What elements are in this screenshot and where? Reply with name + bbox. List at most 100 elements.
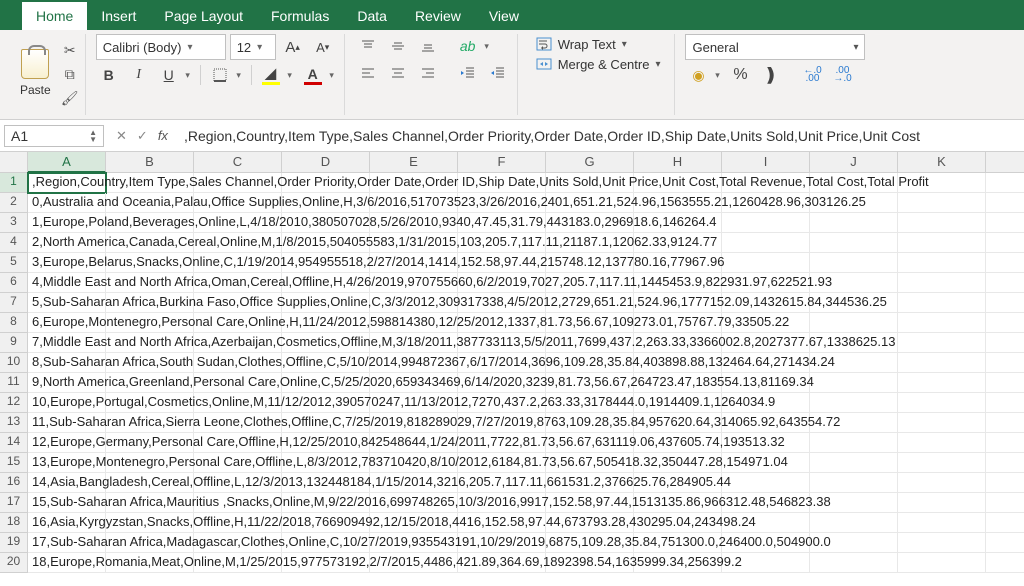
cell[interactable] bbox=[722, 253, 810, 273]
column-header-G[interactable]: G bbox=[546, 152, 634, 173]
fx-icon[interactable]: fx bbox=[158, 128, 168, 144]
cell[interactable] bbox=[986, 533, 1024, 553]
cell[interactable]: 4,Middle East and North Africa,Oman,Cere… bbox=[28, 273, 106, 293]
cell[interactable]: 16,Asia,Kyrgyzstan,Snacks,Offline,H,11/2… bbox=[28, 513, 106, 533]
align-bottom-button[interactable] bbox=[415, 34, 441, 58]
increase-decimal-button[interactable]: ←.0.00 bbox=[799, 63, 825, 87]
percent-button[interactable]: % bbox=[727, 63, 753, 87]
row-header[interactable]: 6 bbox=[0, 273, 28, 293]
ribbon-tab-page-layout[interactable]: Page Layout bbox=[150, 2, 257, 30]
cell[interactable] bbox=[986, 353, 1024, 373]
cell[interactable]: 17,Sub-Saharan Africa,Madagascar,Clothes… bbox=[28, 533, 106, 553]
accept-icon[interactable]: ✓ bbox=[137, 128, 148, 144]
cell[interactable] bbox=[810, 513, 898, 533]
underline-button[interactable]: U bbox=[156, 63, 182, 87]
align-center-button[interactable] bbox=[385, 61, 411, 85]
cell[interactable] bbox=[986, 493, 1024, 513]
cell[interactable] bbox=[898, 293, 986, 313]
merge-centre-button[interactable]: Merge & Centre ▾ bbox=[528, 54, 669, 74]
underline-dropdown[interactable]: ▾ bbox=[182, 63, 194, 87]
column-header-I[interactable]: I bbox=[722, 152, 810, 173]
cell[interactable] bbox=[898, 313, 986, 333]
cell[interactable]: 10,Europe,Portugal,Cosmetics,Online,M,11… bbox=[28, 393, 106, 413]
column-header-L[interactable]: L bbox=[986, 152, 1024, 173]
row-header[interactable]: 3 bbox=[0, 213, 28, 233]
bold-button[interactable]: B bbox=[96, 63, 122, 87]
column-header-J[interactable]: J bbox=[810, 152, 898, 173]
spreadsheet-grid[interactable]: ABCDEFGHIJKL1,Region,Country,Item Type,S… bbox=[0, 152, 1024, 573]
cell[interactable] bbox=[986, 473, 1024, 493]
row-header[interactable]: 8 bbox=[0, 313, 28, 333]
cell[interactable] bbox=[898, 253, 986, 273]
align-left-button[interactable] bbox=[355, 61, 381, 85]
decrease-decimal-button[interactable]: .00→.0 bbox=[829, 63, 855, 87]
row-header[interactable]: 16 bbox=[0, 473, 28, 493]
font-name-select[interactable]: Calibri (Body) ▾ bbox=[96, 34, 226, 60]
row-header[interactable]: 14 bbox=[0, 433, 28, 453]
cell[interactable] bbox=[986, 433, 1024, 453]
select-all-corner[interactable] bbox=[0, 152, 28, 173]
cell[interactable] bbox=[986, 313, 1024, 333]
row-header[interactable]: 9 bbox=[0, 333, 28, 353]
cell[interactable] bbox=[986, 453, 1024, 473]
cell[interactable]: 12,Europe,Germany,Personal Care,Offline,… bbox=[28, 433, 106, 453]
cell[interactable]: 13,Europe,Montenegro,Personal Care,Offli… bbox=[28, 453, 106, 473]
column-header-B[interactable]: B bbox=[106, 152, 194, 173]
column-header-A[interactable]: A bbox=[28, 152, 106, 173]
cell[interactable] bbox=[986, 293, 1024, 313]
cell[interactable] bbox=[986, 173, 1024, 193]
format-painter-icon[interactable]: 🖌 bbox=[61, 89, 79, 107]
fill-color-button[interactable]: ◢ bbox=[258, 63, 284, 87]
orientation-button[interactable]: ab bbox=[455, 34, 481, 58]
increase-font-button[interactable]: A▴ bbox=[280, 35, 306, 59]
cell[interactable] bbox=[898, 433, 986, 453]
cell[interactable] bbox=[810, 553, 898, 573]
cell[interactable]: ,Region,Country,Item Type,Sales Channel,… bbox=[28, 173, 106, 193]
row-header[interactable]: 15 bbox=[0, 453, 28, 473]
ribbon-tab-home[interactable]: Home bbox=[22, 2, 87, 30]
column-header-C[interactable]: C bbox=[194, 152, 282, 173]
formula-input[interactable]: ,Region,Country,Item Type,Sales Channel,… bbox=[176, 128, 1024, 144]
cell[interactable] bbox=[898, 333, 986, 353]
decrease-font-button[interactable]: A▾ bbox=[310, 35, 336, 59]
italic-button[interactable]: I bbox=[126, 63, 152, 87]
row-header[interactable]: 10 bbox=[0, 353, 28, 373]
row-header[interactable]: 13 bbox=[0, 413, 28, 433]
cell[interactable] bbox=[986, 413, 1024, 433]
cell[interactable] bbox=[810, 473, 898, 493]
fill-color-dropdown[interactable]: ▾ bbox=[284, 63, 296, 87]
cell[interactable] bbox=[898, 413, 986, 433]
number-format-select[interactable]: General ▾ bbox=[685, 34, 865, 60]
cell[interactable] bbox=[722, 233, 810, 253]
cell[interactable] bbox=[986, 393, 1024, 413]
cell[interactable]: 0,Australia and Oceania,Palau,Office Sup… bbox=[28, 193, 106, 213]
row-header[interactable]: 1 bbox=[0, 173, 28, 193]
cell[interactable] bbox=[986, 273, 1024, 293]
decrease-indent-button[interactable] bbox=[455, 61, 481, 85]
name-box[interactable]: A1 ▲▼ bbox=[4, 125, 104, 147]
cell[interactable] bbox=[898, 473, 986, 493]
row-header[interactable]: 17 bbox=[0, 493, 28, 513]
column-header-F[interactable]: F bbox=[458, 152, 546, 173]
cell[interactable]: 6,Europe,Montenegro,Personal Care,Online… bbox=[28, 313, 106, 333]
cell[interactable] bbox=[898, 213, 986, 233]
align-top-button[interactable] bbox=[355, 34, 381, 58]
cell[interactable] bbox=[898, 273, 986, 293]
column-header-D[interactable]: D bbox=[282, 152, 370, 173]
cell[interactable]: 5,Sub-Saharan Africa,Burkina Faso,Office… bbox=[28, 293, 106, 313]
ribbon-tab-insert[interactable]: Insert bbox=[87, 2, 150, 30]
column-header-H[interactable]: H bbox=[634, 152, 722, 173]
ribbon-tab-formulas[interactable]: Formulas bbox=[257, 2, 343, 30]
cell[interactable] bbox=[810, 393, 898, 413]
font-color-button[interactable]: A bbox=[300, 63, 326, 87]
cell[interactable] bbox=[986, 553, 1024, 573]
cell[interactable] bbox=[898, 533, 986, 553]
cell[interactable] bbox=[986, 233, 1024, 253]
cell[interactable] bbox=[810, 213, 898, 233]
cell[interactable] bbox=[810, 453, 898, 473]
cell[interactable] bbox=[898, 373, 986, 393]
row-header[interactable]: 20 bbox=[0, 553, 28, 573]
name-box-spinner[interactable]: ▲▼ bbox=[89, 129, 97, 143]
cut-icon[interactable]: ✂ bbox=[61, 41, 79, 59]
cancel-icon[interactable]: ✕ bbox=[116, 128, 127, 144]
